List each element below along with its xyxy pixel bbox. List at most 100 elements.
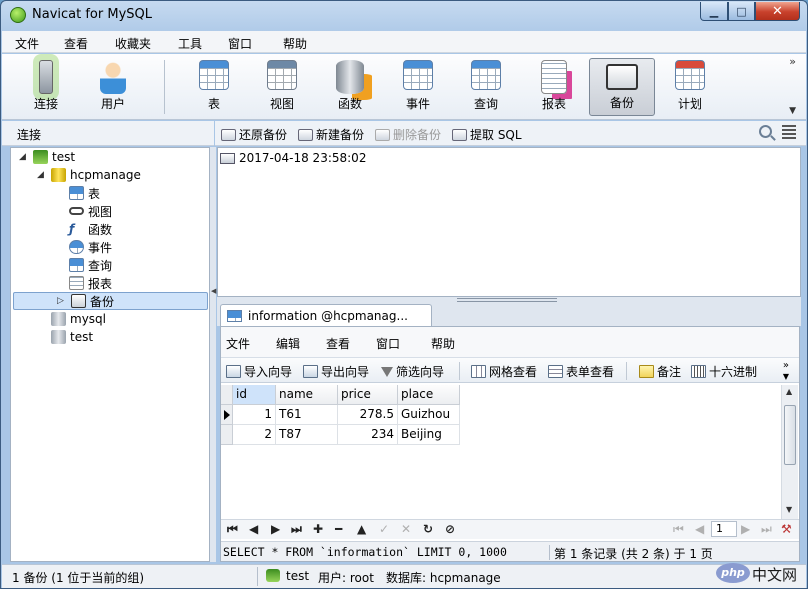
next-record-button[interactable]: ▶ xyxy=(271,522,280,536)
splitter-arrow-icon[interactable]: ◀ xyxy=(211,287,216,295)
editor-menu-help[interactable]: 帮助 xyxy=(431,335,455,352)
horizontal-splitter[interactable] xyxy=(217,297,801,304)
toolbar-user-button[interactable]: 用户 xyxy=(81,58,145,116)
list-view-icon[interactable] xyxy=(782,125,796,139)
scroll-down-icon[interactable]: ▼ xyxy=(786,505,792,514)
hex-button[interactable]: 十六进制 xyxy=(691,363,757,380)
refresh-button[interactable]: ↻ xyxy=(423,522,433,536)
tab-information[interactable]: information @hcpmanag... xyxy=(220,304,432,326)
grid-vertical-scrollbar[interactable]: ▲ ▼ xyxy=(781,385,798,519)
column-header-place[interactable]: place xyxy=(398,385,460,405)
form-view-button[interactable]: 表单查看 xyxy=(548,363,614,380)
export-wizard-button[interactable]: 导出向导 xyxy=(303,363,369,380)
table-cell[interactable]: 234 xyxy=(338,425,398,445)
editor-menu-file[interactable]: 文件 xyxy=(226,335,250,352)
prev-page-button[interactable]: ◀ xyxy=(695,522,704,536)
tree-node-connection-test[interactable]: ◢ test xyxy=(19,148,75,166)
toolbar-overflow-icon[interactable]: » xyxy=(783,360,789,371)
toolbar-view-button[interactable]: 视图 xyxy=(250,58,314,116)
collapse-icon[interactable]: ◢ xyxy=(37,170,47,180)
status-user: 用户: root xyxy=(318,571,374,585)
expand-icon[interactable]: ▷ xyxy=(57,296,67,306)
navicat-logo-icon xyxy=(10,7,26,23)
toolbar-dropdown-icon[interactable]: ▼ xyxy=(789,106,796,116)
delete-record-button[interactable]: ━ xyxy=(335,522,342,536)
minimize-button[interactable]: ▁ xyxy=(700,2,728,21)
move-up-button[interactable]: ▲ xyxy=(357,522,366,536)
connection-icon xyxy=(266,569,280,582)
close-button[interactable]: ✕ xyxy=(755,2,800,21)
column-header-price[interactable]: price xyxy=(338,385,398,405)
tree-node-views[interactable]: 视图 xyxy=(69,202,112,220)
scroll-thumb[interactable] xyxy=(784,405,796,465)
maximize-button[interactable]: □ xyxy=(728,2,755,21)
table-icon xyxy=(199,60,229,90)
add-record-button[interactable]: ✚ xyxy=(313,522,323,536)
first-record-button[interactable]: ⏮ xyxy=(227,522,238,537)
tree-node-db-test[interactable]: test xyxy=(51,328,93,346)
menu-window[interactable]: 窗口 xyxy=(228,35,252,52)
editor-menu-window[interactable]: 窗口 xyxy=(376,335,400,352)
new-backup-button[interactable]: 新建备份 xyxy=(298,126,364,143)
row-header[interactable] xyxy=(221,405,233,425)
toolbar-backup-button[interactable]: 备份 xyxy=(589,58,655,116)
toolbar-event-button[interactable]: 事件 xyxy=(386,58,450,116)
toolbar-report-button[interactable]: 报表 xyxy=(522,58,586,116)
menu-help[interactable]: 帮助 xyxy=(283,35,307,52)
vertical-splitter[interactable]: ◀ xyxy=(210,147,216,562)
memo-button[interactable]: 备注 xyxy=(639,363,681,380)
toolbar-table-button[interactable]: 表 xyxy=(182,58,246,116)
tree-node-tables[interactable]: 表 xyxy=(69,184,100,202)
menu-file[interactable]: 文件 xyxy=(15,35,39,52)
tree-node-db-mysql[interactable]: mysql xyxy=(51,310,106,328)
toolbar-dropdown-icon[interactable]: ▼ xyxy=(783,372,789,381)
table-cell[interactable]: 2 xyxy=(233,425,276,445)
table-cell[interactable]: Guizhou xyxy=(398,405,460,425)
tree-node-events[interactable]: 事件 xyxy=(69,238,112,256)
tree-node-functions[interactable]: ƒ 函数 xyxy=(69,220,112,238)
editor-menu-edit[interactable]: 编辑 xyxy=(276,335,300,352)
table-cell[interactable]: 1 xyxy=(233,405,276,425)
toolbar-schedule-button[interactable]: 计划 xyxy=(658,58,722,116)
menu-view[interactable]: 查看 xyxy=(64,35,88,52)
toolbar-function-button[interactable]: 函数 xyxy=(318,58,382,116)
toolbar-query-button[interactable]: 查询 xyxy=(454,58,518,116)
tree-node-backups[interactable]: ▷ 备份 xyxy=(57,292,114,310)
tree-node-queries[interactable]: 查询 xyxy=(69,256,112,274)
restore-backup-button[interactable]: 还原备份 xyxy=(221,126,287,143)
last-record-button[interactable]: ⏭ xyxy=(291,522,302,537)
backup-list-item[interactable]: 2017-04-18 23:58:02 xyxy=(220,151,366,165)
collapse-icon[interactable]: ◢ xyxy=(19,152,29,162)
editor-menu-view[interactable]: 查看 xyxy=(326,335,350,352)
last-page-button[interactable]: ⏭ xyxy=(761,522,772,537)
apply-changes-button[interactable]: ✓ xyxy=(379,522,389,536)
toolbar-connect-button[interactable]: 连接 xyxy=(14,58,78,116)
search-icon[interactable] xyxy=(759,125,772,138)
tree-node-reports[interactable]: 报表 xyxy=(69,274,112,292)
prev-record-button[interactable]: ◀ xyxy=(249,522,258,536)
table-cell[interactable]: 278.5 xyxy=(338,405,398,425)
table-cell[interactable]: Beijing xyxy=(398,425,460,445)
filter-wizard-button[interactable]: 筛选向导 xyxy=(381,363,444,380)
stop-button[interactable]: ⊘ xyxy=(445,522,455,536)
table-cell[interactable]: T87 xyxy=(276,425,338,445)
scroll-up-icon[interactable]: ▲ xyxy=(786,387,792,396)
cancel-changes-button[interactable]: ✕ xyxy=(401,522,411,536)
row-header[interactable] xyxy=(221,425,233,445)
next-page-button[interactable]: ▶ xyxy=(741,522,750,536)
delete-backup-button[interactable]: 删除备份 xyxy=(375,126,441,143)
menu-tools[interactable]: 工具 xyxy=(178,35,202,52)
page-number-input[interactable]: 1 xyxy=(711,521,737,537)
column-header-id[interactable]: id xyxy=(233,385,276,405)
settings-icon[interactable]: ⚒ xyxy=(781,522,792,536)
table-cell[interactable]: T61 xyxy=(276,405,338,425)
import-wizard-button[interactable]: 导入向导 xyxy=(226,363,292,380)
column-header-name[interactable]: name xyxy=(276,385,338,405)
toolbar-overflow-icon[interactable]: » xyxy=(789,55,796,68)
menu-favorites[interactable]: 收藏夹 xyxy=(115,35,151,52)
first-page-button[interactable]: ⏮ xyxy=(673,522,684,537)
extract-sql-button[interactable]: 提取 SQL xyxy=(452,126,522,143)
tree-node-db-hcpmanage[interactable]: ◢ hcpmanage xyxy=(37,166,141,184)
splitter-grip[interactable] xyxy=(457,298,557,302)
grid-view-button[interactable]: 网格查看 xyxy=(471,363,537,380)
